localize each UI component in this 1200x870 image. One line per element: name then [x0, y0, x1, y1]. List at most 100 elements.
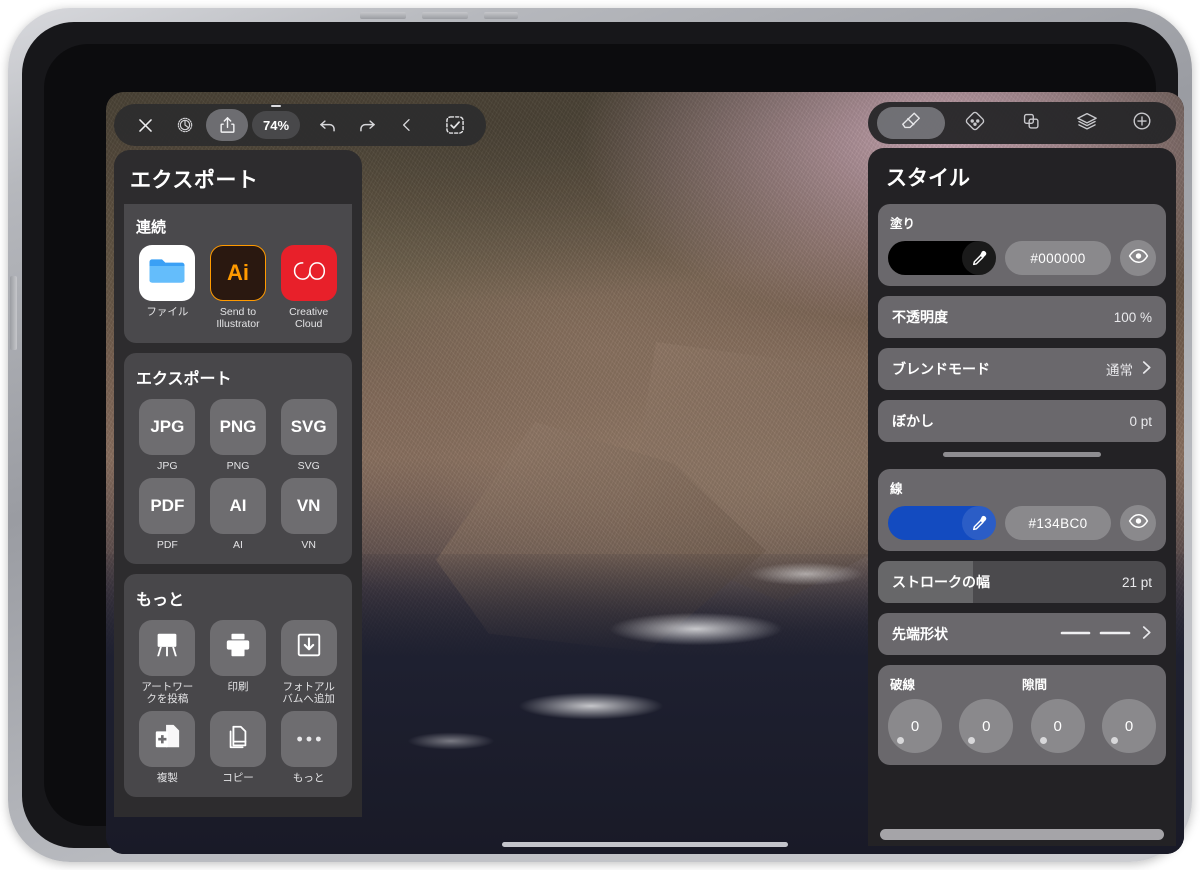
tab-node[interactable]	[950, 107, 1000, 139]
style-panel-title: スタイル	[886, 167, 970, 190]
item-label: フォトアルバムへ追加	[282, 680, 335, 705]
stroke-width-label: ストロークの幅	[892, 574, 990, 590]
share-icon	[218, 115, 237, 135]
dial-value: 0	[910, 717, 920, 735]
ipad-screen: 74% エクスポート 連続 ファイル Ai Send to Illustrato…	[106, 92, 1184, 854]
export-item-send-to-illustrator[interactable]: Ai Send to Illustrator	[205, 245, 272, 331]
cap-shape-value	[1059, 625, 1152, 643]
fill-color-row: #000000	[888, 240, 1156, 276]
export-item-duplicate[interactable]: 複製	[134, 711, 201, 784]
blend-mode-label: ブレンドモード	[892, 361, 990, 377]
panel-drag-handle[interactable]	[943, 452, 1101, 457]
export-item-creative-cloud[interactable]: Creative Cloud	[275, 245, 342, 331]
export-panel: エクスポート 連続 ファイル Ai Send to Illustrator Cr…	[114, 150, 362, 817]
export-item-more[interactable]: もっと	[275, 711, 342, 784]
section-grid: アートワークを投稿 印刷 フォトアルバムへ追加 複製 コピー もっと	[134, 619, 342, 785]
fill-visibility-toggle[interactable]	[1120, 240, 1156, 276]
fill-card: 塗り #000000	[878, 204, 1166, 286]
jpg-icon: JPG	[150, 416, 185, 436]
dash-dial-2[interactable]: 0	[959, 699, 1014, 753]
fill-label: 塗り	[890, 217, 916, 231]
style-panel-scrollbar[interactable]	[880, 829, 1164, 840]
redo-button[interactable]	[348, 109, 386, 141]
settings-button[interactable]	[166, 109, 204, 141]
export-item-print[interactable]: 印刷	[205, 619, 272, 706]
back-button[interactable]	[388, 109, 426, 141]
volume-button-2[interactable]	[422, 12, 468, 19]
tab-style[interactable]	[876, 107, 945, 139]
surf-foam	[746, 562, 866, 586]
surf-foam	[516, 692, 666, 720]
pdf-icon: PDF	[150, 496, 185, 516]
close-button[interactable]	[126, 109, 164, 141]
stroke-label: 線	[890, 482, 903, 496]
chevron-right-icon	[1141, 625, 1152, 643]
undo-button[interactable]	[308, 109, 346, 141]
gap-dial-1[interactable]: 0	[1030, 699, 1085, 753]
dash-gap-dials: 0 0 0 0	[888, 699, 1156, 753]
export-item-post-artwork[interactable]: アートワークを投稿	[134, 619, 201, 706]
stroke-width-row[interactable]: ストロークの幅 21 pt	[878, 561, 1166, 603]
style-panel-body: 塗り #000000 不透明度 100 % ブレンドモード 通常 ぼかし 0 p…	[868, 204, 1176, 765]
screenshot-stage: 74% エクスポート 連続 ファイル Ai Send to Illustrato…	[0, 0, 1200, 870]
tile: PNG	[209, 398, 266, 455]
export-panel-title: エクスポート	[130, 169, 259, 192]
cap-shape-label: 先端形状	[892, 626, 948, 642]
item-label: ファイル	[146, 306, 189, 318]
home-indicator[interactable]	[502, 842, 788, 847]
volume-button-1[interactable]	[360, 12, 406, 19]
cap-shape-row[interactable]: 先端形状	[878, 613, 1166, 655]
tab-add[interactable]	[1117, 107, 1167, 139]
blur-row[interactable]: ぼかし 0 pt	[878, 400, 1166, 442]
item-label: AI	[233, 539, 243, 552]
export-item-jpg[interactable]: JPG JPG	[134, 398, 201, 472]
zoom-level-button[interactable]: 74%	[252, 111, 301, 139]
opacity-row[interactable]: 不透明度 100 %	[878, 296, 1166, 338]
tile: AI	[209, 478, 266, 535]
dash-label: 破線	[890, 678, 916, 692]
export-item-vn[interactable]: VN VN	[275, 478, 342, 551]
export-section-more: もっと アートワークを投稿 印刷 フォトアルバムへ追加 複製 コピー もっと	[124, 573, 352, 797]
dial-knob-icon	[897, 737, 904, 744]
item-label: SVG	[297, 459, 320, 472]
tile	[280, 245, 337, 301]
export-item-png[interactable]: PNG PNG	[205, 398, 272, 472]
printer-icon	[223, 631, 253, 664]
export-item-copy[interactable]: コピー	[205, 711, 272, 784]
dial-value: 0	[982, 717, 991, 735]
blend-mode-row[interactable]: ブレンドモード 通常	[878, 348, 1166, 390]
volume-button-3[interactable]	[484, 12, 518, 19]
tab-boolean[interactable]	[1006, 107, 1056, 139]
dial-knob-icon	[1110, 737, 1118, 744]
stroke-hex-field[interactable]: #134BC0	[1005, 506, 1111, 540]
dash-gap-card: 破線 隙間 0 0 0 0	[878, 665, 1166, 765]
creative-cloud-icon	[291, 257, 327, 290]
stroke-visibility-toggle[interactable]	[1120, 505, 1156, 541]
eyedropper-icon[interactable]	[962, 506, 996, 540]
gap-dial-2[interactable]: 0	[1101, 699, 1156, 753]
export-item-files[interactable]: ファイル	[134, 245, 201, 331]
stroke-swatch[interactable]	[888, 506, 996, 540]
export-item-svg[interactable]: SVG SVG	[275, 398, 342, 472]
item-label: コピー	[222, 772, 254, 785]
tab-layers[interactable]	[1062, 107, 1112, 139]
item-label: Creative Cloud	[289, 306, 329, 331]
selection-button[interactable]	[436, 109, 474, 141]
close-icon	[136, 116, 155, 135]
power-button[interactable]	[10, 276, 17, 350]
export-item-pdf[interactable]: PDF PDF	[134, 478, 201, 551]
stroke-color-row: #134BC0	[888, 505, 1156, 541]
section-title: エクスポート	[136, 370, 232, 388]
tile: SVG	[280, 398, 337, 455]
item-label: PNG	[226, 459, 250, 472]
export-item-ai[interactable]: AI AI	[205, 478, 272, 551]
ai-file-icon: AI	[229, 496, 247, 516]
dash-dial-1[interactable]: 0	[888, 699, 942, 753]
fill-swatch[interactable]	[888, 241, 996, 275]
tile	[280, 619, 337, 676]
export-item-save-to-photos[interactable]: フォトアルバムへ追加	[275, 619, 342, 706]
fill-hex-field[interactable]: #000000	[1005, 241, 1111, 275]
eyedropper-icon[interactable]	[962, 241, 996, 275]
item-label: アートワークを投稿	[141, 680, 194, 705]
share-button[interactable]	[206, 109, 248, 141]
